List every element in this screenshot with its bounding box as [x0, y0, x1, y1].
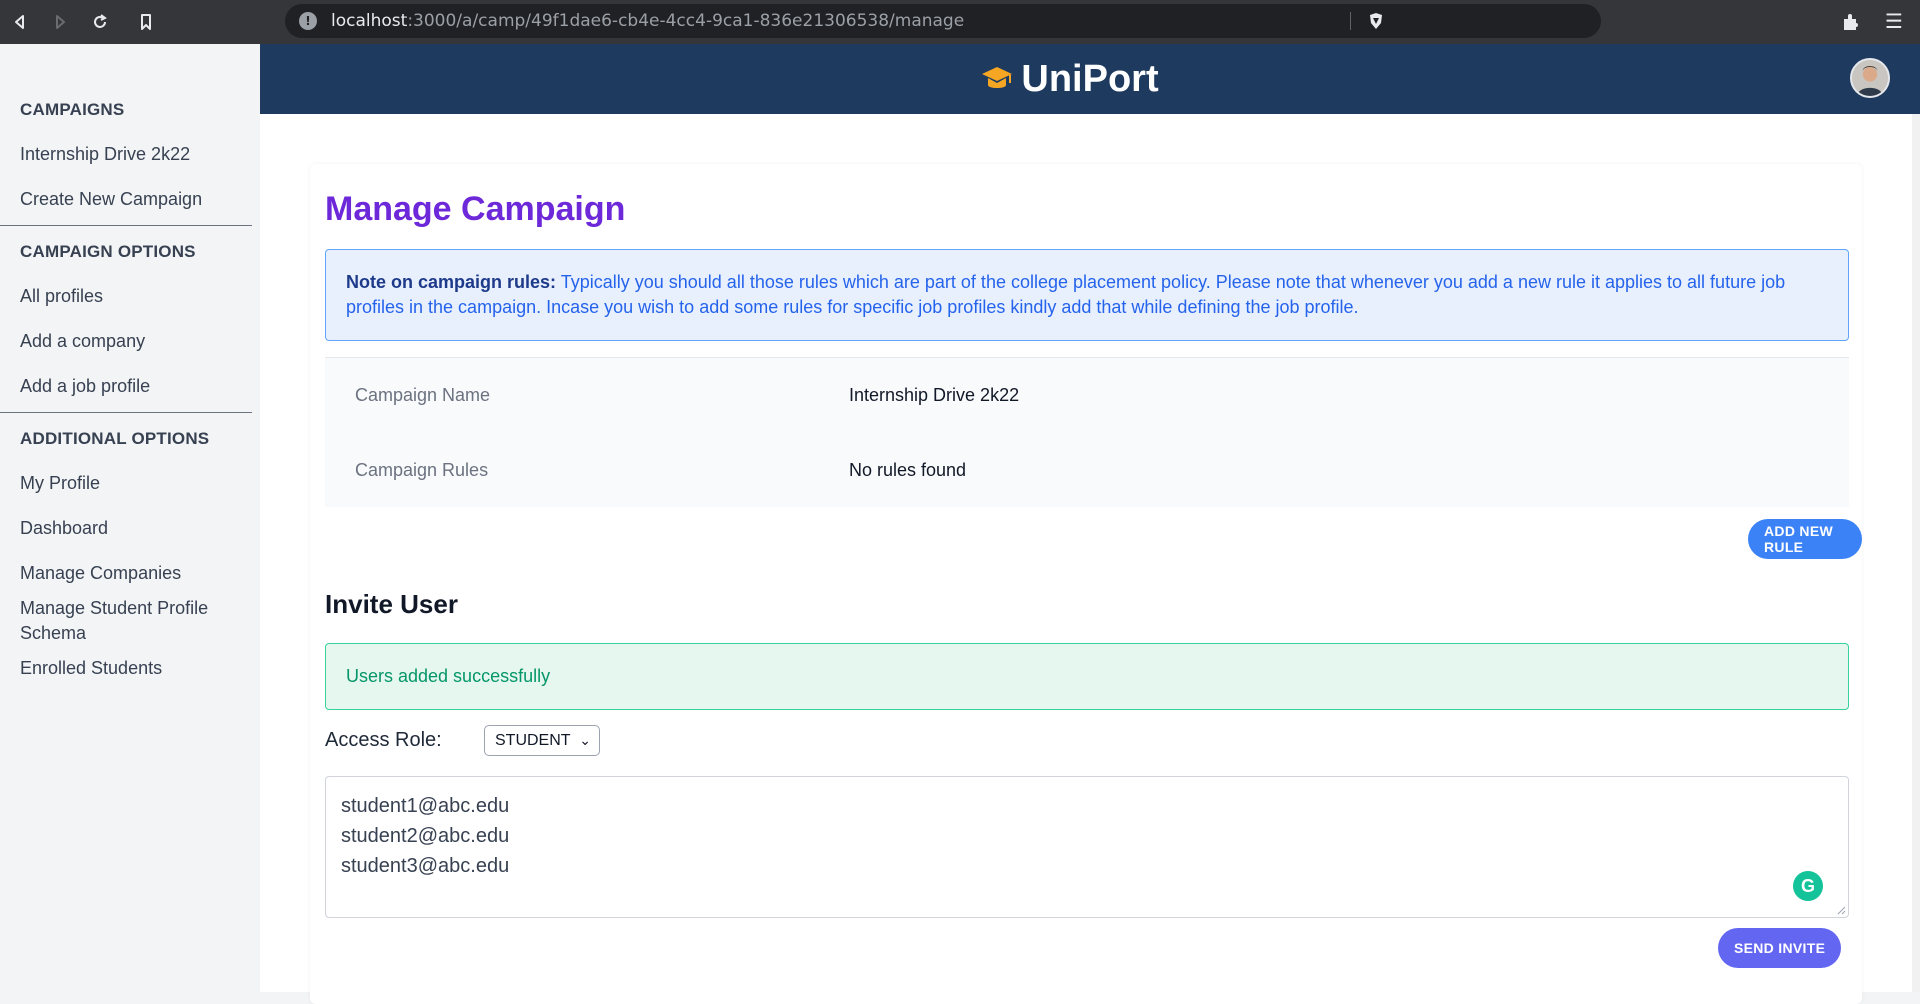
forward-icon [56, 15, 65, 29]
detail-row-campaign-rules: Campaign Rules No rules found [325, 433, 1849, 508]
url-host: localhost [331, 11, 408, 31]
email-line: student1@abc.edu [341, 795, 510, 817]
sidebar-item-add-company[interactable]: Add a company [0, 319, 260, 364]
campaign-rules-note: Note on campaign rules: Typically you sh… [325, 249, 1849, 341]
access-role-value: STUDENT [495, 731, 571, 749]
access-role-select[interactable]: STUDENT ⌄ [484, 725, 600, 756]
sidebar-item-internship-drive[interactable]: Internship Drive 2k22 [0, 132, 260, 177]
sidebar-section-additional-options: ADDITIONAL OPTIONS My Profile Dashboard … [0, 416, 260, 691]
sidebar-item-all-profiles[interactable]: All profiles [0, 274, 260, 319]
sidebar-heading: ADDITIONAL OPTIONS [20, 428, 210, 448]
chevron-down-icon: ⌄ [579, 732, 591, 748]
detail-value: No rules found [849, 460, 967, 480]
forward-button[interactable] [40, 0, 80, 44]
address-bar[interactable]: ! localhost:3000/a/camp/49f1dae6-cb4e-4c… [285, 4, 1601, 38]
user-avatar[interactable] [1850, 58, 1890, 98]
main-content: Manage Campaign Note on campaign rules: … [260, 114, 1920, 1004]
back-button[interactable] [0, 0, 40, 44]
sidebar-heading: CAMPAIGN OPTIONS [20, 241, 196, 261]
detail-value: Internship Drive 2k22 [849, 385, 1020, 405]
browser-toolbar: ! localhost:3000/a/camp/49f1dae6-cb4e-4c… [0, 0, 1920, 44]
sidebar-item-create-campaign[interactable]: Create New Campaign [0, 177, 260, 222]
detail-label: Campaign Name [355, 385, 491, 405]
sidebar-item-my-profile[interactable]: My Profile [0, 461, 260, 506]
sidebar-item-enrolled-students[interactable]: Enrolled Students [0, 646, 260, 691]
url-path: :3000/a/camp/49f1dae6-cb4e-4cc4-9ca1-836… [407, 11, 965, 31]
page-title: Manage Campaign [325, 190, 626, 228]
extensions-icon[interactable] [1840, 11, 1862, 33]
email-line: student3@abc.edu [341, 855, 510, 877]
back-icon [15, 15, 24, 29]
send-invite-button[interactable]: SEND INVITE [1718, 928, 1842, 968]
sidebar-item-manage-student-schema[interactable]: Manage Student Profile Schema [0, 596, 240, 646]
app-header: UniPort [260, 44, 1920, 114]
campaign-details-table: Campaign Name Internship Drive 2k22 Camp… [325, 357, 1849, 507]
reload-icon [94, 14, 107, 28]
avatar-image [1852, 60, 1888, 96]
sidebar-heading: CAMPAIGNS [20, 99, 125, 119]
sidebar-item-add-job-profile[interactable]: Add a job profile [0, 364, 260, 409]
sidebar-divider [0, 412, 252, 413]
page-scrollbar[interactable] [1912, 114, 1920, 992]
resize-handle-icon[interactable] [1836, 905, 1846, 915]
brave-shield-icon[interactable] [1367, 12, 1385, 30]
url-divider [1350, 12, 1351, 30]
detail-label: Campaign Rules [355, 460, 489, 480]
note-text: Typically you should all those rules whi… [346, 272, 1786, 317]
brand-logo[interactable]: UniPort [981, 57, 1159, 101]
detail-row-campaign-name: Campaign Name Internship Drive 2k22 [325, 358, 1849, 433]
grammarly-icon[interactable]: G [1793, 871, 1823, 901]
brand-name: UniPort [1021, 57, 1159, 100]
access-role-label: Access Role: [325, 729, 442, 751]
sidebar-item-dashboard[interactable]: Dashboard [0, 506, 260, 551]
site-info-icon[interactable]: ! [299, 12, 317, 30]
bookmark-icon [141, 14, 151, 30]
sidebar-section-campaigns: CAMPAIGNS Internship Drive 2k22 Create N… [0, 87, 260, 222]
sidebar: CAMPAIGNS Internship Drive 2k22 Create N… [0, 44, 260, 992]
reload-button[interactable] [80, 0, 120, 44]
invite-emails-textarea[interactable]: student1@abc.edu student2@abc.edu studen… [325, 776, 1849, 918]
email-line: student2@abc.edu [341, 825, 510, 847]
sidebar-section-campaign-options: CAMPAIGN OPTIONS All profiles Add a comp… [0, 229, 260, 409]
bookmark-button[interactable] [126, 0, 166, 44]
manage-campaign-card: Manage Campaign Note on campaign rules: … [310, 164, 1862, 1004]
browser-menu-icon[interactable]: ☰ [1882, 9, 1906, 33]
add-new-rule-button[interactable]: ADD NEW RULE [1748, 519, 1862, 559]
invite-user-heading: Invite User [325, 589, 458, 619]
success-alert: Users added successfully [325, 643, 1849, 710]
sidebar-divider [0, 225, 252, 226]
note-label: Note on campaign rules: [346, 272, 557, 292]
sidebar-item-manage-companies[interactable]: Manage Companies [0, 551, 260, 596]
graduation-cap-icon [982, 67, 1013, 88]
